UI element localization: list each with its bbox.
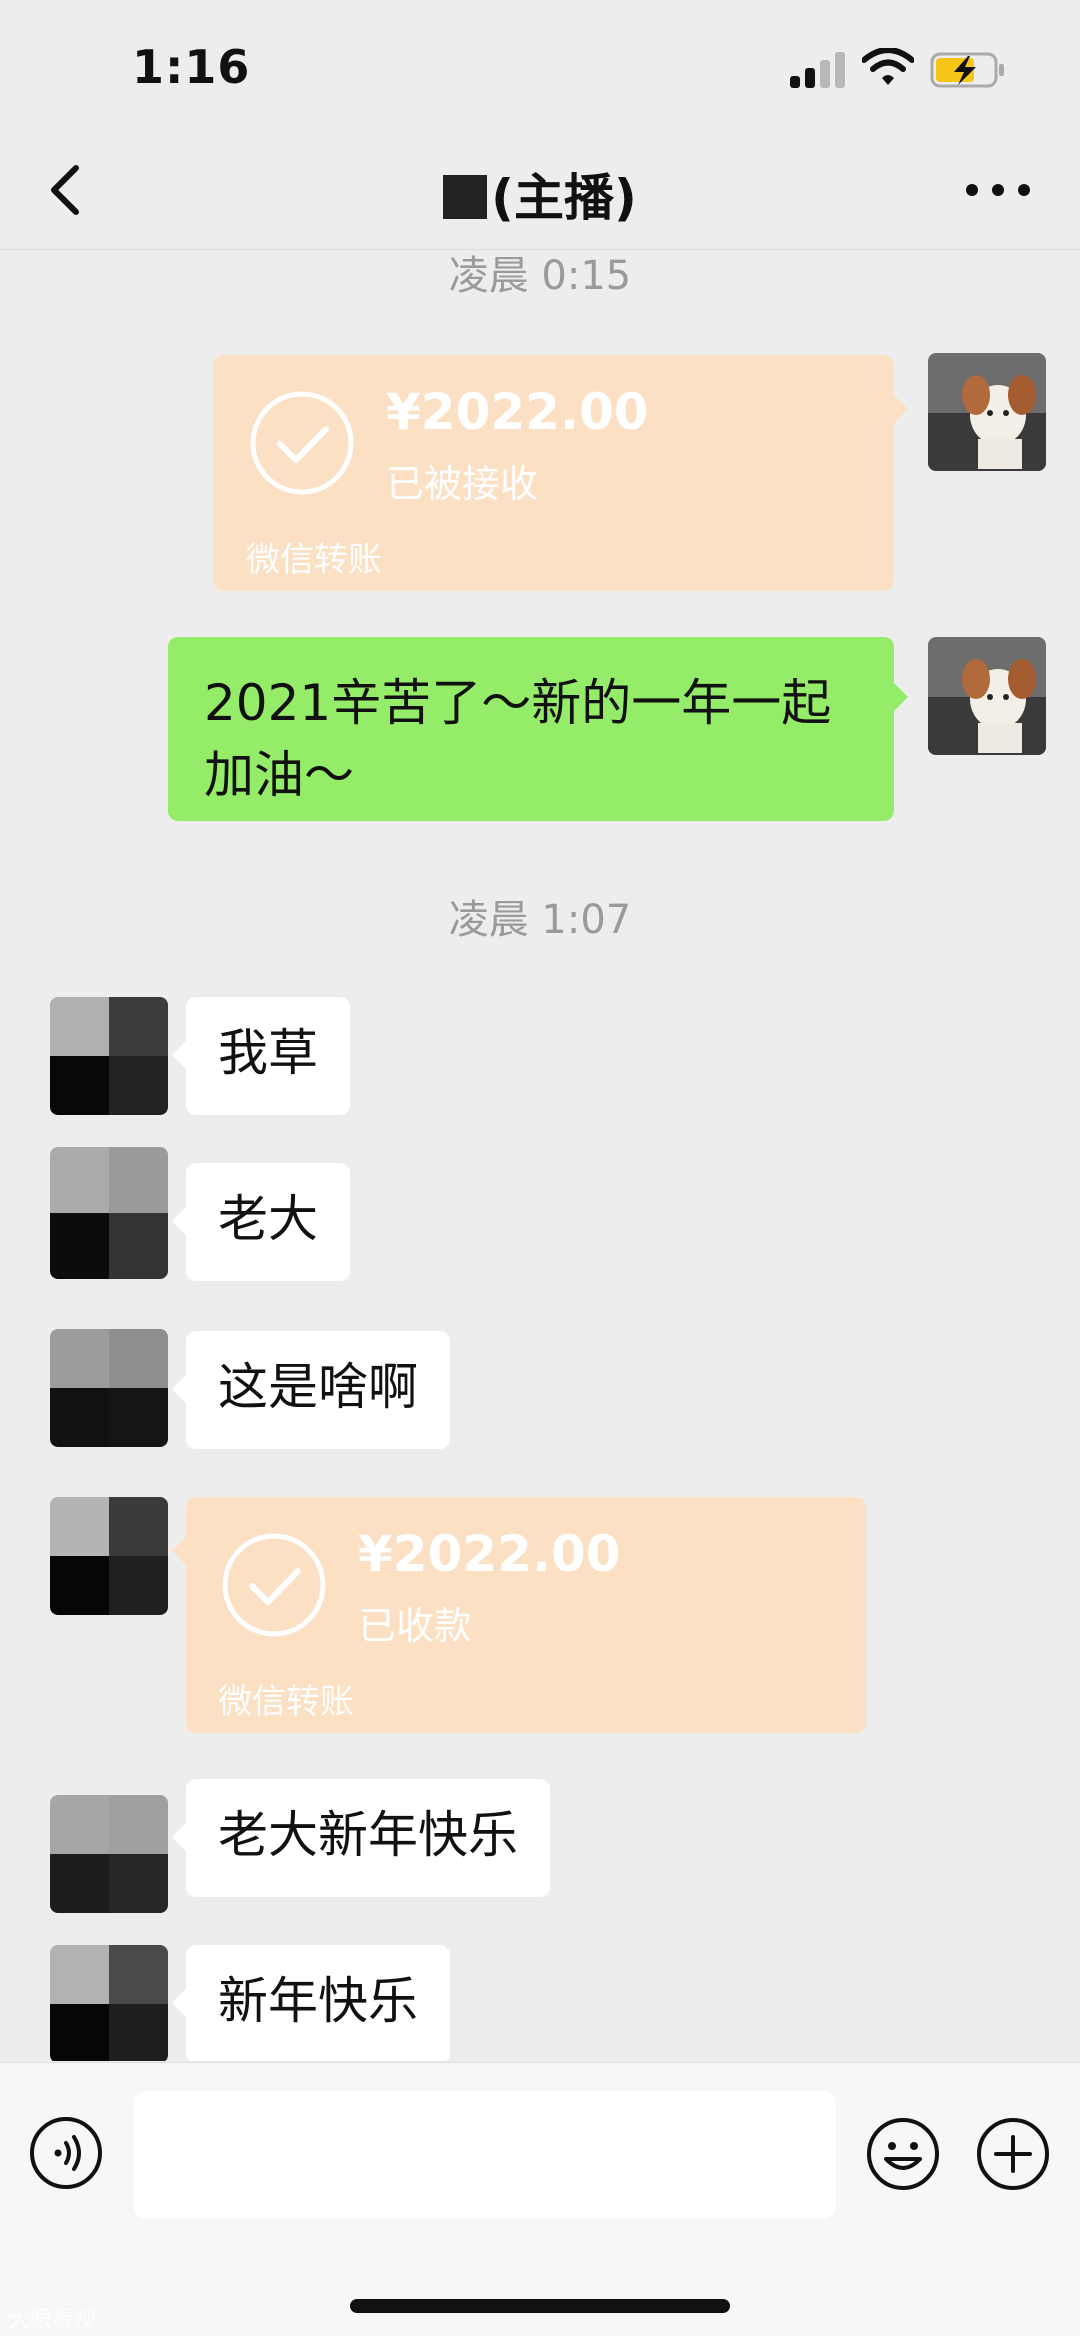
message-text: 老大 (218, 1190, 318, 1248)
voice-icon[interactable] (28, 2115, 104, 2191)
emoji-icon[interactable] (864, 2115, 942, 2193)
more-options-button[interactable] (966, 178, 1030, 202)
contact-avatar[interactable] (50, 1147, 168, 1279)
check-circle-icon (250, 391, 354, 495)
received-transfer-card[interactable]: ¥2022.00 已收款 微信转账 (172, 1497, 866, 1733)
contact-avatar[interactable] (50, 1329, 168, 1447)
home-indicator[interactable] (350, 2299, 730, 2313)
received-text-bubble[interactable]: 这是啥啊 (172, 1331, 450, 1449)
message-text: 这是啥啊 (218, 1358, 418, 1416)
plus-icon[interactable] (974, 2115, 1052, 2193)
message-timestamp: 凌晨 1:07 (448, 897, 632, 943)
received-text-bubble[interactable]: 我草 (172, 997, 350, 1115)
message-text: 新年快乐 (218, 1972, 418, 2030)
transfer-brand-label: 微信转账 (246, 540, 382, 580)
transfer-status: 已被接收 (386, 462, 539, 506)
my-avatar[interactable] (928, 637, 1046, 755)
watermark: 大眼看视 (8, 2308, 97, 2333)
chat-title: (主播) (0, 158, 1080, 230)
message-text: 我草 (218, 1024, 318, 1082)
input-toolbar (0, 2062, 1080, 2336)
chat-header: (主播) (0, 130, 1080, 250)
contact-avatar[interactable] (50, 997, 168, 1115)
message-text: 老大新年快乐 (218, 1806, 518, 1864)
wifi-icon (862, 48, 914, 85)
message-timestamp: 凌晨 0:15 (448, 253, 632, 299)
cellular-signal-icon (790, 52, 846, 88)
status-time: 1:16 (132, 40, 251, 94)
battery-charging-icon (930, 52, 1004, 88)
message-text-line: 加油～ (204, 746, 354, 804)
sent-text-bubble[interactable]: 2021辛苦了～新的一年一起 加油～ (168, 637, 908, 821)
chat-message-list[interactable]: 凌晨 0:15 ¥2022.00 已被接收 微信转账 2021辛苦了～新的一年一… (0, 251, 1080, 2061)
transfer-status: 已收款 (358, 1604, 473, 1648)
censored-name-block (443, 175, 488, 219)
chat-title-text: (主播) (491, 169, 637, 227)
contact-avatar[interactable] (50, 1497, 168, 1615)
sent-transfer-card[interactable]: ¥2022.00 已被接收 微信转账 (214, 355, 908, 591)
my-avatar[interactable] (928, 353, 1046, 471)
contact-avatar[interactable] (50, 1945, 168, 2061)
message-input[interactable] (134, 2091, 836, 2219)
transfer-amount: ¥2022.00 (358, 1525, 621, 1583)
received-text-bubble[interactable]: 新年快乐 (172, 1945, 450, 2061)
contact-avatar[interactable] (50, 1795, 168, 1913)
transfer-brand-label: 微信转账 (218, 1682, 354, 1722)
status-bar: 1:16 (0, 0, 1080, 130)
received-text-bubble[interactable]: 老大新年快乐 (172, 1779, 550, 1897)
check-circle-icon (222, 1533, 326, 1637)
message-text-line: 2021辛苦了～新的一年一起 (204, 674, 832, 732)
received-text-bubble[interactable]: 老大 (172, 1163, 350, 1281)
transfer-amount: ¥2022.00 (386, 383, 649, 441)
